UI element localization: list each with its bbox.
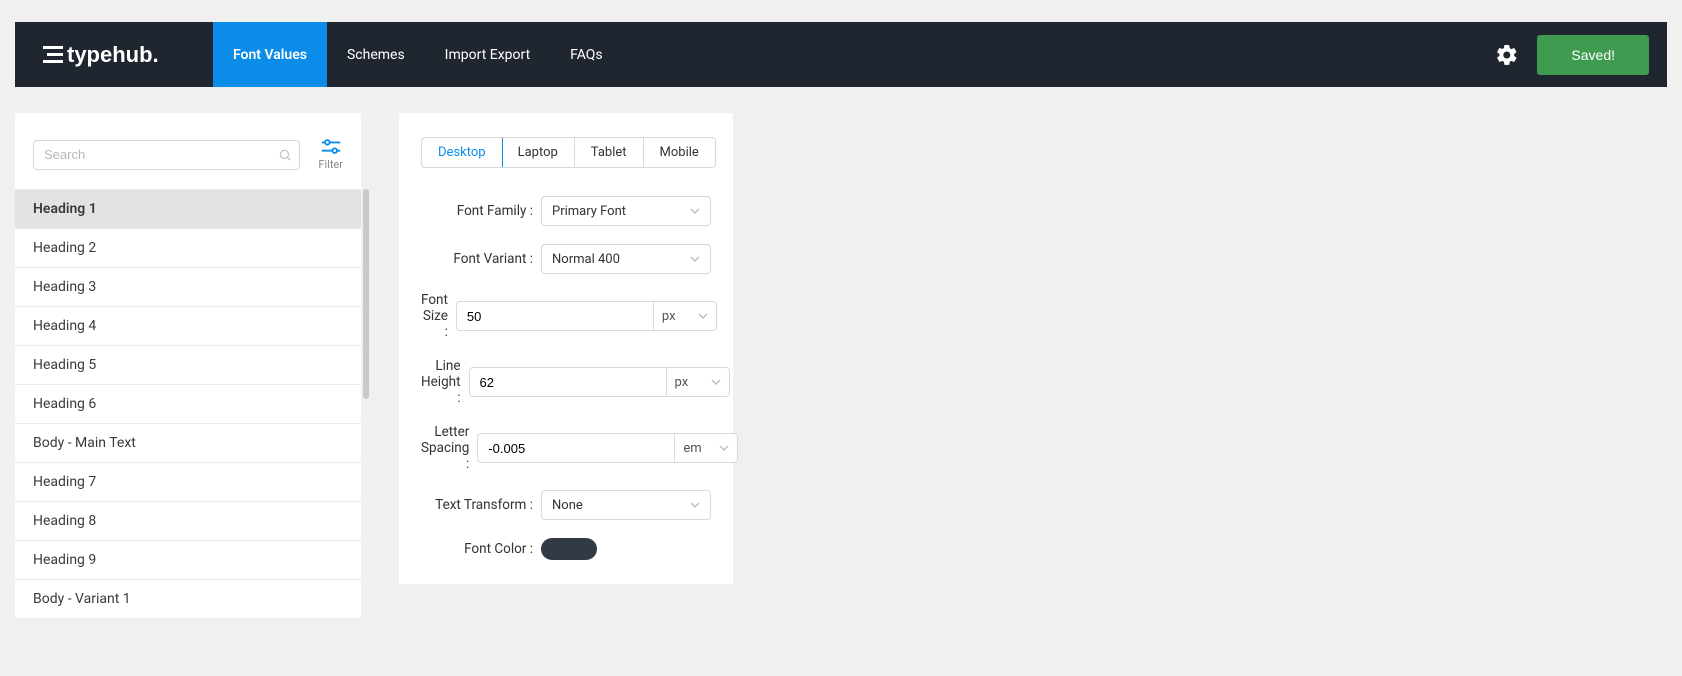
sidebar-item-heading-1[interactable]: Heading 1 (15, 189, 361, 229)
list-item-label: Heading 9 (33, 552, 96, 568)
nav-label: Schemes (347, 47, 405, 63)
tab-laptop[interactable]: Laptop (502, 138, 575, 167)
list-scroll: Heading 1 Heading 2 Heading 3 Heading 4 … (15, 189, 361, 619)
list-item-label: Heading 4 (33, 318, 96, 334)
chevron-down-icon (690, 206, 700, 216)
list-item-label: Heading 2 (33, 240, 96, 256)
search-wrap (33, 140, 300, 170)
nav-font-values[interactable]: Font Values (213, 22, 327, 87)
nav-label: Import Export (445, 47, 530, 63)
label-text-transform: Text Transform : (421, 497, 533, 513)
list-item-label: Heading 8 (33, 513, 96, 529)
row-line-height: Line Height : px (421, 358, 711, 406)
search-icon (278, 148, 292, 162)
row-font-variant: Font Variant : Normal 400 (421, 244, 711, 274)
select-value: None (552, 498, 583, 513)
label-font-size: Font Size : (421, 292, 448, 340)
logo[interactable]: typehub. (15, 41, 213, 69)
unit-value: px (662, 309, 676, 324)
color-picker[interactable] (541, 538, 597, 560)
list-item-label: Heading 7 (33, 474, 96, 490)
sidebar-item-heading-8[interactable]: Heading 8 (15, 502, 361, 541)
select-font-family[interactable]: Primary Font (541, 196, 711, 226)
row-letter-spacing: Letter Spacing : em (421, 424, 711, 472)
group-line-height: px (469, 367, 730, 397)
tab-mobile[interactable]: Mobile (644, 138, 715, 167)
chevron-down-icon (690, 500, 700, 510)
chevron-down-icon (711, 377, 721, 387)
list-item-label: Heading 6 (33, 396, 96, 412)
sidebar-item-heading-2[interactable]: Heading 2 (15, 229, 361, 268)
list-item-label: Heading 5 (33, 357, 96, 373)
group-font-size: px (456, 301, 717, 331)
filter-button[interactable]: Filter (318, 138, 343, 171)
chevron-down-icon (698, 311, 708, 321)
select-value: Normal 400 (552, 252, 620, 267)
tab-label: Tablet (591, 145, 627, 160)
sidebar-item-heading-6[interactable]: Heading 6 (15, 385, 361, 424)
unit-value: em (683, 441, 701, 456)
tab-label: Laptop (518, 145, 558, 160)
label-font-family: Font Family : (421, 203, 533, 219)
logo-icon: typehub. (43, 41, 183, 69)
nav-import-export[interactable]: Import Export (425, 22, 550, 87)
sidebar-item-heading-7[interactable]: Heading 7 (15, 463, 361, 502)
save-button[interactable]: Saved! (1537, 35, 1649, 75)
unit-font-size[interactable]: px (653, 301, 717, 331)
content: Filter Heading 1 Heading 2 Heading 3 Hea… (0, 87, 1682, 619)
chevron-down-icon (719, 443, 729, 453)
nav-schemes[interactable]: Schemes (327, 22, 425, 87)
logo-text: typehub. (67, 42, 159, 67)
row-font-color: Font Color : (421, 538, 711, 560)
input-line-height[interactable] (469, 367, 666, 397)
nav-label: Font Values (233, 47, 307, 63)
input-font-size[interactable] (456, 301, 653, 331)
sidebar-item-body-variant-1[interactable]: Body - Variant 1 (15, 580, 361, 619)
list-item-label: Heading 3 (33, 279, 96, 295)
sidebar-head: Filter (15, 113, 361, 189)
input-letter-spacing[interactable] (477, 433, 674, 463)
chevron-down-icon (690, 254, 700, 264)
group-letter-spacing: em (477, 433, 738, 463)
item-list: Heading 1 Heading 2 Heading 3 Heading 4 … (15, 189, 361, 619)
sidebar-item-heading-5[interactable]: Heading 5 (15, 346, 361, 385)
label-font-color: Font Color : (421, 541, 533, 557)
tab-tablet[interactable]: Tablet (575, 138, 644, 167)
tab-label: Mobile (660, 145, 699, 160)
sidebar-item-body-main[interactable]: Body - Main Text (15, 424, 361, 463)
row-font-family: Font Family : Primary Font (421, 196, 711, 226)
list-item-label: Heading 1 (33, 201, 97, 217)
sidebar-item-heading-4[interactable]: Heading 4 (15, 307, 361, 346)
select-font-variant[interactable]: Normal 400 (541, 244, 711, 274)
list-item-label: Body - Main Text (33, 435, 136, 451)
search-input[interactable] (33, 140, 300, 170)
row-text-transform: Text Transform : None (421, 490, 711, 520)
top-actions: Saved! (1495, 35, 1649, 75)
unit-line-height[interactable]: px (666, 367, 730, 397)
unit-letter-spacing[interactable]: em (674, 433, 738, 463)
select-text-transform[interactable]: None (541, 490, 711, 520)
select-value: Primary Font (552, 204, 626, 219)
gear-icon[interactable] (1495, 43, 1519, 67)
properties-panel: Desktop Laptop Tablet Mobile Font Family… (399, 113, 733, 584)
label-letter-spacing: Letter Spacing : (421, 424, 469, 472)
list-item-label: Body - Variant 1 (33, 591, 131, 607)
nav-label: FAQs (570, 47, 603, 63)
scrollbar[interactable] (363, 189, 369, 399)
device-tabs: Desktop Laptop Tablet Mobile (421, 137, 716, 168)
label-font-variant: Font Variant : (421, 251, 533, 267)
top-bar: typehub. Font Values Schemes Import Expo… (15, 22, 1667, 87)
row-font-size: Font Size : px (421, 292, 711, 340)
filter-label: Filter (318, 158, 343, 171)
sidebar-item-heading-9[interactable]: Heading 9 (15, 541, 361, 580)
tab-desktop[interactable]: Desktop (421, 137, 503, 168)
sidebar-item-heading-3[interactable]: Heading 3 (15, 268, 361, 307)
sidebar: Filter Heading 1 Heading 2 Heading 3 Hea… (15, 113, 361, 619)
sliders-icon (320, 138, 342, 156)
tab-label: Desktop (438, 145, 486, 160)
nav-faqs[interactable]: FAQs (550, 22, 623, 87)
unit-value: px (675, 375, 689, 390)
label-line-height: Line Height : (421, 358, 461, 406)
main-nav: Font Values Schemes Import Export FAQs (213, 22, 623, 87)
